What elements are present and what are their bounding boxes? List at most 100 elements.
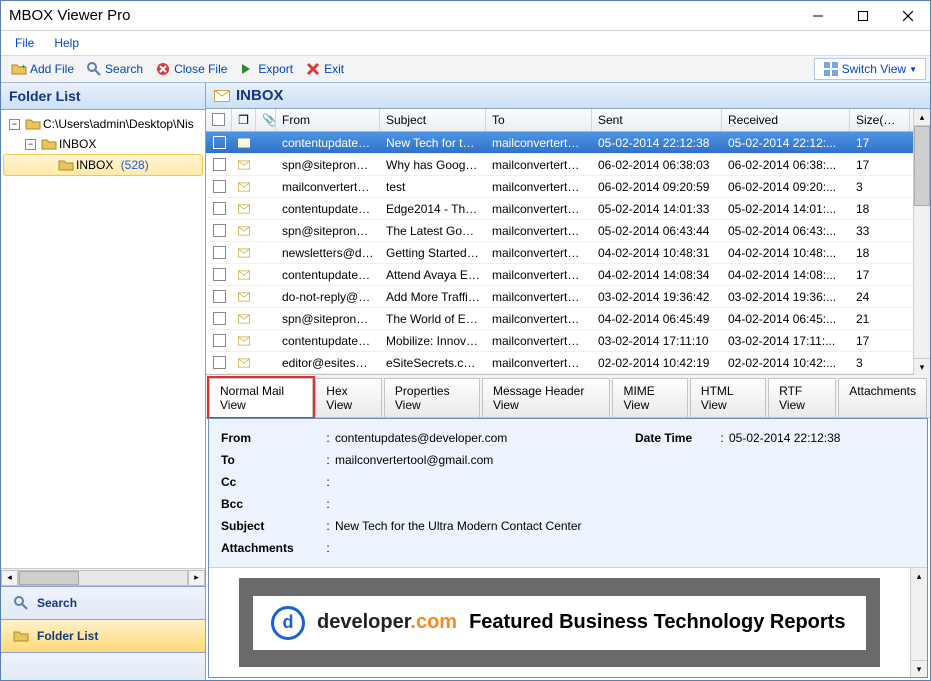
row-checkbox[interactable] [206, 288, 232, 305]
collapse-icon[interactable]: − [9, 119, 20, 130]
tab-message-header-view[interactable]: Message Header View [482, 378, 611, 417]
scroll-track[interactable] [18, 570, 188, 586]
row-checkbox[interactable] [206, 222, 232, 239]
row-checkbox[interactable] [206, 156, 232, 173]
folder-tree-hscroll[interactable]: ◂ ▸ [1, 568, 205, 586]
close-file-button[interactable]: Close File [149, 59, 233, 79]
mail-row[interactable]: do-not-reply@de...Add More Traffic ...ma… [206, 286, 913, 308]
scroll-thumb[interactable] [914, 126, 930, 206]
row-size: 33 [850, 222, 910, 240]
folder-tree[interactable]: − C:\Users\admin\Desktop\Nis − INBOX INB… [1, 110, 205, 568]
mail-row[interactable]: contentupdates...Edge2014 - The P...mail… [206, 198, 913, 220]
row-attachment [256, 141, 276, 145]
col-size[interactable]: Size(KB) [850, 109, 910, 131]
mail-row[interactable]: editor@esitesecr...eSiteSecrets.com ...m… [206, 352, 913, 374]
scroll-up-icon[interactable]: ▴ [914, 109, 930, 126]
row-sent: 04-02-2014 10:48:31 [592, 244, 722, 262]
tab-mime-view[interactable]: MIME View [612, 378, 687, 417]
col-from[interactable]: From [276, 109, 380, 131]
tab-attachments[interactable]: Attachments [838, 378, 927, 417]
mail-grid-vscroll[interactable]: ▴ ▾ [913, 109, 930, 375]
maximize-button[interactable] [840, 1, 885, 30]
col-subject[interactable]: Subject [380, 109, 486, 131]
col-received[interactable]: Received [722, 109, 850, 131]
mail-row[interactable]: newsletters@dev...Getting Started ...mai… [206, 242, 913, 264]
label-bcc: Bcc [221, 497, 321, 511]
add-file-button[interactable]: + Add File [5, 59, 80, 79]
tree-inbox-node[interactable]: − INBOX [1, 134, 205, 154]
row-checkbox[interactable] [206, 332, 232, 349]
search-button[interactable]: Search [80, 59, 149, 79]
row-from: editor@esitesecr... [276, 354, 380, 372]
nav-search-button[interactable]: Search [1, 586, 205, 619]
col-sent[interactable]: Sent [592, 109, 722, 131]
menu-file[interactable]: File [5, 33, 44, 53]
scroll-right-icon[interactable]: ▸ [188, 570, 205, 586]
mail-row[interactable]: spn@sitepronew...The World of Eco...mail… [206, 308, 913, 330]
tree-inbox-child-node[interactable]: INBOX (528) [3, 154, 203, 176]
row-subject: New Tech for the ... [380, 134, 486, 152]
folder-icon [13, 628, 29, 644]
row-checkbox[interactable] [206, 134, 232, 151]
col-to[interactable]: To [486, 109, 592, 131]
row-checkbox[interactable] [206, 310, 232, 327]
tab-html-view[interactable]: HTML View [690, 378, 766, 417]
mail-body-vscroll[interactable]: ▴ ▾ [910, 568, 927, 677]
row-from: contentupdates... [276, 200, 380, 218]
scroll-down-icon[interactable]: ▾ [911, 660, 927, 677]
switch-view-button[interactable]: Switch View ▼ [814, 58, 926, 80]
folder-open-icon [41, 136, 57, 152]
collapse-icon[interactable]: − [25, 139, 36, 150]
mail-row[interactable]: contentupdates...Attend Avaya Evo...mail… [206, 264, 913, 286]
exit-button[interactable]: Exit [299, 59, 350, 79]
scroll-down-icon[interactable]: ▾ [914, 358, 930, 375]
row-received: 04-02-2014 06:45:... [722, 310, 850, 328]
row-attachment [256, 185, 276, 189]
scroll-left-icon[interactable]: ◂ [1, 570, 18, 586]
row-checkbox[interactable] [206, 354, 232, 371]
brand-dev: developer [317, 611, 410, 633]
tab-hex-view[interactable]: Hex View [315, 378, 382, 417]
mail-row[interactable]: contentupdates...Mobilize: Innovat...mai… [206, 330, 913, 352]
grid-icon [823, 61, 839, 77]
scroll-thumb[interactable] [19, 571, 79, 585]
window-title: MBOX Viewer Pro [9, 7, 795, 24]
scroll-up-icon[interactable]: ▴ [911, 568, 927, 585]
mail-row[interactable]: mailconvertertool...testmailconvertertoo… [206, 176, 913, 198]
developer-logo-icon: d [271, 606, 305, 640]
col-icon[interactable]: ❐ [232, 109, 256, 131]
folder-icon [58, 157, 74, 173]
mail-grid-header: ❐ 📎 From Subject To Sent Received Size(K… [206, 109, 913, 132]
row-checkbox[interactable] [206, 200, 232, 217]
folder-list-header: Folder List [1, 83, 205, 110]
col-checkbox[interactable] [206, 109, 232, 131]
mail-row[interactable]: contentupdates...New Tech for the ...mai… [206, 132, 913, 154]
row-subject: Getting Started ... [380, 244, 486, 262]
menu-help[interactable]: Help [44, 33, 89, 53]
close-button[interactable] [885, 1, 930, 30]
tab-rtf-view[interactable]: RTF View [768, 378, 836, 417]
tab-properties-view[interactable]: Properties View [384, 378, 480, 417]
mail-row[interactable]: spn@sitepronew...The Latest Googl...mail… [206, 220, 913, 242]
row-checkbox[interactable] [206, 244, 232, 261]
row-subject: Attend Avaya Evo... [380, 266, 486, 284]
chevron-down-icon: ▼ [909, 65, 917, 74]
row-checkbox[interactable] [206, 178, 232, 195]
label-datetime: Date Time [635, 431, 715, 445]
mail-grid: ❐ 📎 From Subject To Sent Received Size(K… [206, 109, 913, 375]
export-button[interactable]: Export [233, 59, 299, 79]
mail-row[interactable]: spn@sitepronew...Why has Google ...mailc… [206, 154, 913, 176]
tree-root-label: C:\Users\admin\Desktop\Nis [43, 117, 194, 131]
label-from: From [221, 431, 321, 445]
row-subject: Mobilize: Innovat... [380, 332, 486, 350]
minimize-button[interactable] [795, 1, 840, 30]
row-checkbox[interactable] [206, 266, 232, 283]
value-bcc [335, 497, 915, 511]
envelope-icon [232, 135, 256, 151]
tree-root-node[interactable]: − C:\Users\admin\Desktop\Nis [1, 114, 205, 134]
nav-folder-list-button[interactable]: Folder List [1, 619, 205, 652]
mail-list-header: INBOX [206, 83, 930, 109]
paperclip-icon: 📎 [262, 113, 276, 127]
tab-normal-mail-view[interactable]: Normal Mail View [209, 378, 313, 417]
col-attachment[interactable]: 📎 [256, 109, 276, 131]
